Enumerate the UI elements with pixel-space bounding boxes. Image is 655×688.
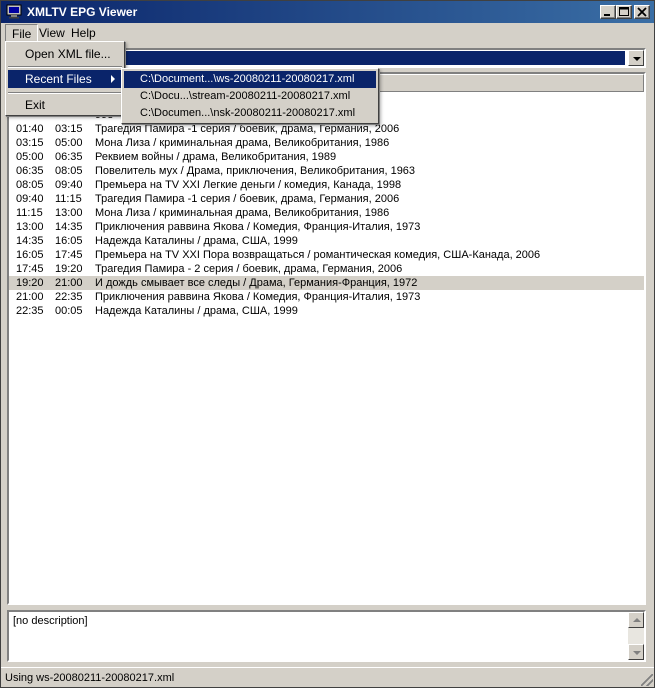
program-end-time: 17:45 — [55, 249, 83, 261]
program-row[interactable]: 19:20 21:00 И дождь смывает все следы / Др… — [9, 276, 644, 290]
chevron-up-icon — [633, 618, 641, 622]
program-row[interactable]: 16:05 17:45 Премьера на TV XXI Пора возвра… — [9, 248, 644, 262]
program-row[interactable]: 13:00 14:35 Приключения раввина Якова / Ко… — [9, 220, 644, 234]
program-end-time: 06:35 — [55, 151, 83, 163]
recent-file-item[interactable]: C:\Documen...\nsk-20080211-20080217.xml — [124, 105, 376, 122]
program-start-time: 01:40 — [16, 123, 44, 135]
program-start-time: 06:35 — [16, 165, 44, 177]
program-start-time: 03:15 — [16, 137, 44, 149]
program-start-time: 08:05 — [16, 179, 44, 191]
program-start-time: 17:45 — [16, 263, 44, 275]
recent-files-submenu: C:\Document...\ws-20080211-20080217.xml … — [121, 68, 379, 124]
program-title: Надежда Каталины / драма, США, 1999 — [95, 235, 298, 247]
resize-grip-icon[interactable] — [641, 674, 653, 686]
program-end-time: 05:00 — [55, 137, 83, 149]
close-icon — [637, 7, 647, 17]
menu-separator — [8, 66, 122, 68]
channel-dropdown-button[interactable] — [628, 50, 644, 66]
program-end-time: 03:15 — [55, 123, 83, 135]
program-end-time: 13:00 — [55, 207, 83, 219]
minimize-icon — [604, 14, 610, 16]
program-end-time: 00:05 — [55, 305, 83, 317]
program-row[interactable]: 06:35 08:05 Повелитель мух / Драма, приклю… — [9, 164, 644, 178]
program-title: Трагедия Памира -1 серия / боевик, драма… — [95, 193, 400, 205]
status-bar: Using ws-20080211-20080217.xml — [1, 667, 654, 687]
program-start-time: 22:35 — [16, 305, 44, 317]
program-end-time: 11:15 — [55, 193, 82, 205]
program-title: Реквием войны / драма, Великобритания, 1… — [95, 151, 337, 163]
title-bar[interactable]: XMLTV EPG Viewer — [1, 1, 654, 23]
program-title: Премьера на TV XXI Пора возвращаться / р… — [95, 249, 541, 261]
program-row[interactable]: 21:00 22:35 Приключения раввина Якова / Ко… — [9, 290, 644, 304]
program-title: Надежда Каталины / драма, США, 1999 — [95, 305, 298, 317]
file-menu: Open XML file... Recent Files Exit — [5, 41, 125, 116]
menu-help[interactable]: Help — [65, 24, 102, 42]
chevron-down-icon — [633, 57, 641, 61]
program-start-time: 09:40 — [16, 193, 44, 205]
program-row[interactable]: 03:15 05:00 Мона Лиза / криминальная драма… — [9, 136, 644, 150]
program-rows: я, 196399801:4003:15Трагедия Памира -1 с… — [9, 94, 644, 318]
program-title: Мона Лиза / криминальная драма, Великобр… — [95, 137, 390, 149]
description-scrollbar[interactable] — [628, 612, 644, 660]
maximize-icon — [619, 7, 629, 16]
status-text: Using ws-20080211-20080217.xml — [5, 672, 175, 684]
menu-bar: File View Help — [1, 23, 654, 43]
recent-file-item[interactable]: C:\Docu...\stream-20080211-20080217.xml — [124, 88, 376, 105]
monitor-icon — [6, 4, 22, 19]
menu-separator — [8, 92, 122, 94]
program-list[interactable]: я, 196399801:4003:15Трагедия Памира -1 с… — [7, 72, 646, 605]
program-title: Трагедия Памира -1 серия / боевик, драма… — [95, 123, 400, 135]
maximize-button[interactable] — [616, 5, 632, 19]
program-row[interactable]: 22:35 00:05 Надежда Каталины / драма, США,… — [9, 304, 644, 318]
program-end-time: 08:05 — [55, 165, 83, 177]
window-title: XMLTV EPG Viewer — [27, 5, 138, 19]
program-title: Приключения раввина Якова / Комедия, Фра… — [95, 291, 421, 303]
program-end-time: 09:40 — [55, 179, 83, 191]
recent-file-item[interactable]: C:\Document...\ws-20080211-20080217.xml — [124, 71, 376, 88]
program-title: Трагедия Памира - 2 серия / боевик, драм… — [95, 263, 403, 275]
program-row[interactable]: 05:00 06:35 Реквием войны / драма, Великоб… — [9, 150, 644, 164]
program-row[interactable]: 08:05 09:40 Премьера на TV XXI Легкие день… — [9, 178, 644, 192]
program-row[interactable]: 17:45 19:20 Трагедия Памира - 2 серия / бо… — [9, 262, 644, 276]
menu-item-recent-files[interactable]: Recent Files — [8, 70, 122, 88]
program-start-time: 21:00 — [16, 291, 44, 303]
scroll-up-button[interactable] — [628, 612, 644, 628]
program-end-time: 16:05 — [55, 235, 83, 247]
chevron-down-icon — [633, 651, 641, 655]
program-title: Мона Лиза / криминальная драма, Великобр… — [95, 207, 390, 219]
menu-item-open-xml[interactable]: Open XML file... — [8, 45, 122, 63]
menu-item-exit[interactable]: Exit — [8, 96, 122, 114]
program-start-time: 14:35 — [16, 235, 44, 247]
description-box[interactable]: [no description] — [7, 610, 646, 662]
program-start-time: 19:20 — [16, 277, 44, 289]
program-title: Премьера на TV XXI Легкие деньги / комед… — [95, 179, 402, 191]
program-title: И дождь смывает все следы / Драма, Герма… — [95, 277, 418, 289]
description-text: [no description] — [13, 615, 88, 627]
chevron-right-icon — [111, 75, 115, 83]
menu-item-label: Recent Files — [25, 72, 92, 86]
close-button[interactable] — [634, 5, 650, 19]
program-row[interactable]: 11:15 13:00 Мона Лиза / криминальная драма… — [9, 206, 644, 220]
program-row[interactable]: 14:35 16:05 Надежда Каталины / драма, США,… — [9, 234, 644, 248]
program-title: Приключения раввина Якова / Комедия, Фра… — [95, 221, 421, 233]
program-end-time: 19:20 — [55, 263, 83, 275]
program-start-time: 11:15 — [16, 207, 43, 219]
program-row[interactable]: 01:40 03:15 Трагедия Памира -1 серия / бое… — [9, 122, 644, 136]
program-row[interactable]: 09:40 11:15 Трагедия Памира -1 серия / бое… — [9, 192, 644, 206]
program-end-time: 22:35 — [55, 291, 83, 303]
minimize-button[interactable] — [600, 5, 616, 19]
program-start-time: 05:00 — [16, 151, 44, 163]
scroll-down-button[interactable] — [628, 644, 644, 660]
program-title: Повелитель мух / Драма, приключения, Вел… — [95, 165, 416, 177]
column-header[interactable] — [379, 74, 644, 92]
program-end-time: 21:00 — [55, 277, 83, 289]
program-start-time: 16:05 — [16, 249, 44, 261]
program-end-time: 14:35 — [55, 221, 83, 233]
app-window: XMLTV EPG Viewer File View Help V XXI я,… — [0, 0, 655, 688]
program-start-time: 13:00 — [16, 221, 44, 233]
